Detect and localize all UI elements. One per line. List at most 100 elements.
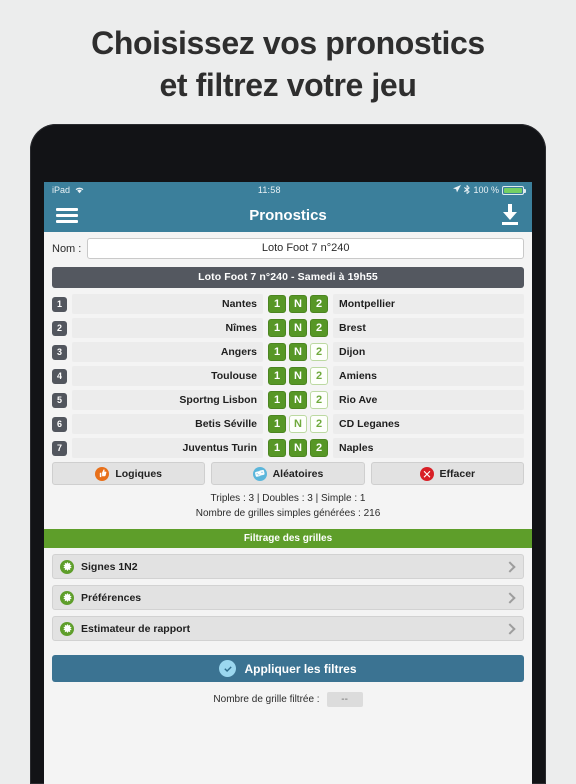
away-team-label: CD Leganes bbox=[333, 414, 524, 434]
sign-button-group: 1 N 2 bbox=[268, 439, 328, 457]
match-number-badge: 3 bbox=[52, 344, 67, 360]
sign-button-N[interactable]: N bbox=[289, 367, 307, 385]
chevron-right-icon bbox=[504, 560, 516, 573]
chevron-right-icon bbox=[504, 622, 516, 635]
filter-row-preferences[interactable]: Préférences bbox=[52, 585, 524, 610]
dice-icon bbox=[252, 466, 267, 481]
clock: 11:58 bbox=[257, 185, 281, 195]
table-row: 5 Sportng Lisbon 1 N 2 Rio Ave bbox=[52, 390, 524, 410]
filter-section-header: Filtrage des grilles bbox=[44, 529, 532, 548]
sign-button-group: 1 N 2 bbox=[268, 367, 328, 385]
main-content: Nom : Loto Foot 7 n°240 Loto Foot 7 n°24… bbox=[44, 232, 532, 784]
sign-button-2[interactable]: 2 bbox=[310, 295, 328, 313]
page-title: Pronostics bbox=[249, 206, 327, 224]
thumbs-up-icon bbox=[95, 466, 110, 481]
sign-button-1[interactable]: 1 bbox=[268, 391, 286, 409]
bluetooth-icon bbox=[464, 184, 471, 196]
tablet-screen: iPad 11:58 100 % Pronostics Nom: Loto F… bbox=[44, 182, 532, 784]
table-row: 1 Nantes 1 N 2 Montpellier bbox=[52, 294, 524, 314]
name-field-label: Nom : bbox=[52, 242, 82, 255]
match-number-badge: 4 bbox=[52, 368, 67, 384]
sign-button-2[interactable]: 2 bbox=[310, 343, 328, 361]
filter-row-label: Préférences bbox=[81, 591, 142, 604]
logiques-label: Logiques bbox=[115, 467, 162, 480]
sign-button-1[interactable]: 1 bbox=[268, 343, 286, 361]
effacer-label: Effacer bbox=[439, 467, 476, 480]
tablet-device-frame: iPad 11:58 100 % Pronostics Nom: Loto F… bbox=[30, 124, 546, 784]
grid-header: Loto Foot 7 n°240 - Samedi à 19h55 bbox=[52, 267, 524, 288]
home-team-label: Toulouse bbox=[72, 366, 263, 386]
sign-button-N[interactable]: N bbox=[289, 343, 307, 361]
filtered-count-value: -- bbox=[326, 692, 363, 707]
table-row: 3 Angers 1 N 2 Dijon bbox=[52, 342, 524, 362]
statistics-text: Triples : 3 | Doubles : 3 | Simple : 1 N… bbox=[44, 492, 532, 521]
table-row: 7 Juventus Turin 1 N 2 Naples bbox=[52, 438, 524, 458]
filter-row-label: Estimateur de rapport bbox=[81, 622, 191, 635]
match-number-badge: 7 bbox=[52, 440, 67, 456]
match-number-badge: 2 bbox=[52, 320, 67, 336]
sign-button-2[interactable]: 2 bbox=[310, 439, 328, 457]
sign-button-1[interactable]: 1 bbox=[268, 415, 286, 433]
name-input[interactable]: Loto Foot 7 n°240 bbox=[87, 238, 524, 259]
sign-button-1[interactable]: 1 bbox=[268, 439, 286, 457]
sign-button-group: 1 N 2 bbox=[268, 415, 328, 433]
apply-filters-label: Appliquer les filtres bbox=[244, 661, 357, 676]
sign-button-2[interactable]: 2 bbox=[310, 367, 328, 385]
away-team-label: Montpellier bbox=[333, 294, 524, 314]
away-team-label: Brest bbox=[333, 318, 524, 338]
status-bar: iPad 11:58 100 % bbox=[44, 182, 532, 198]
table-row: 6 Betis Séville 1 N 2 CD Leganes bbox=[52, 414, 524, 434]
sign-button-2[interactable]: 2 bbox=[310, 319, 328, 337]
sign-button-N[interactable]: N bbox=[289, 415, 307, 433]
stats-line-2: Nombre de grilles simples générées : 216 bbox=[195, 507, 381, 519]
puzzle-icon bbox=[60, 621, 74, 636]
table-row: 2 Nîmes 1 N 2 Brest bbox=[52, 318, 524, 338]
navigation-bar: Pronostics bbox=[44, 198, 532, 232]
home-team-label: Sportng Lisbon bbox=[72, 390, 263, 410]
apply-filters-button[interactable]: Appliquer les filtres bbox=[52, 655, 524, 682]
home-team-label: Angers bbox=[72, 342, 263, 362]
aleatoires-button[interactable]: Aléatoires bbox=[211, 462, 365, 485]
battery-icon bbox=[502, 185, 526, 195]
filter-row-signes-1n2[interactable]: Signes 1N2 bbox=[52, 554, 524, 579]
wifi-icon bbox=[74, 185, 85, 196]
match-number-badge: 1 bbox=[52, 296, 67, 312]
filter-row-estimateur-de-rapport[interactable]: Estimateur de rapport bbox=[52, 616, 524, 641]
chevron-right-icon bbox=[504, 591, 516, 604]
away-team-label: Naples bbox=[333, 438, 524, 458]
sign-button-group: 1 N 2 bbox=[268, 391, 328, 409]
table-row: 4 Toulouse 1 N 2 Amiens bbox=[52, 366, 524, 386]
match-number-badge: 5 bbox=[52, 392, 67, 408]
match-number-badge: 6 bbox=[52, 416, 67, 432]
puzzle-icon bbox=[60, 559, 74, 574]
sign-button-2[interactable]: 2 bbox=[310, 415, 328, 433]
stats-line-1: Triples : 3 | Doubles : 3 | Simple : 1 bbox=[210, 493, 366, 504]
sign-button-N[interactable]: N bbox=[289, 319, 307, 337]
battery-percent-label: 100 % bbox=[473, 185, 499, 195]
logiques-button[interactable]: Logiques bbox=[52, 462, 206, 485]
hamburger-menu-icon[interactable] bbox=[56, 207, 78, 223]
sign-button-N[interactable]: N bbox=[289, 295, 307, 313]
name-field-row: Nom : Loto Foot 7 n°240 bbox=[44, 232, 532, 263]
sign-button-N[interactable]: N bbox=[289, 439, 307, 457]
sign-button-2[interactable]: 2 bbox=[310, 391, 328, 409]
sign-button-N[interactable]: N bbox=[289, 391, 307, 409]
sign-button-1[interactable]: 1 bbox=[268, 295, 286, 313]
sign-button-1[interactable]: 1 bbox=[268, 367, 286, 385]
away-team-label: Rio Ave bbox=[333, 390, 524, 410]
home-team-label: Nîmes bbox=[72, 318, 263, 338]
sign-button-1[interactable]: 1 bbox=[268, 319, 286, 337]
promo-heading: Choisissez vos pronostics et filtrez vot… bbox=[0, 0, 576, 116]
home-team-label: Juventus Turin bbox=[72, 438, 263, 458]
effacer-button[interactable]: Effacer bbox=[370, 462, 524, 485]
sign-button-group: 1 N 2 bbox=[268, 295, 328, 313]
away-team-label: Dijon bbox=[333, 342, 524, 362]
puzzle-icon bbox=[60, 590, 74, 605]
check-circle-icon bbox=[219, 660, 237, 677]
filter-row-label: Signes 1N2 bbox=[81, 560, 138, 573]
sign-button-group: 1 N 2 bbox=[268, 343, 328, 361]
filtered-count-label: Nombre de grille filtrée : bbox=[213, 694, 320, 705]
sign-button-group: 1 N 2 bbox=[268, 319, 328, 337]
download-icon[interactable] bbox=[500, 204, 520, 226]
promo-line-2: et filtrez votre jeu bbox=[159, 67, 417, 104]
